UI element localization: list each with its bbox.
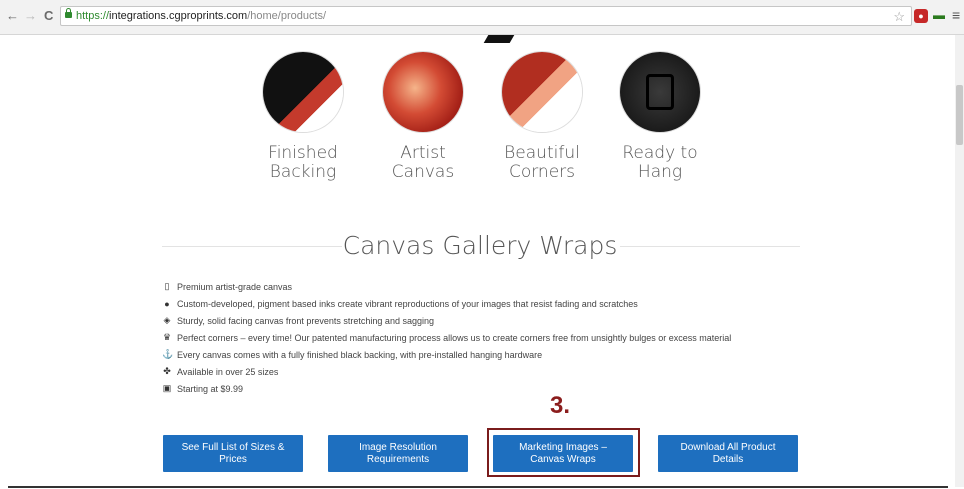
anchor-icon: ⚓	[162, 349, 174, 359]
forward-arrow-icon[interactable]: →	[24, 9, 37, 23]
feature-label-line: Corners	[508, 162, 576, 182]
list-item-text: Perfect corners – every time! Our patent…	[177, 332, 732, 343]
feature-beautiful-corners: Beautiful Corners	[482, 52, 602, 182]
artist-canvas-image	[383, 52, 463, 132]
list-item-text: Sturdy, solid facing canvas front preven…	[177, 315, 434, 326]
see-full-list-button[interactable]: See Full List of Sizes & Prices	[163, 435, 303, 472]
list-item: ▣ Starting at $9.99	[162, 380, 731, 397]
step-annotation: 3.	[550, 392, 571, 419]
feature-label: Ready to Hang	[600, 144, 720, 182]
list-item: ◈ Sturdy, solid facing canvas front prev…	[162, 312, 731, 329]
list-item-text: Every canvas comes with a fully finished…	[177, 349, 543, 360]
scrollbar[interactable]	[955, 35, 964, 487]
list-item-text: Premium artist-grade canvas	[177, 281, 293, 292]
url-text[interactable]: https://integrations.cgproprints.com/hom…	[76, 10, 326, 22]
page-content: Finished Backing Artist Canvas Beautiful…	[8, 35, 952, 487]
list-item-text: Custom-developed, pigment based inks cre…	[177, 298, 638, 309]
feature-label: Finished Backing	[243, 144, 363, 182]
address-bar[interactable]: https://integrations.cgproprints.com/hom…	[60, 6, 912, 26]
extension-glasses-icon[interactable]: ▬	[933, 8, 945, 22]
bottom-border	[8, 486, 948, 488]
highlight-box	[487, 428, 640, 477]
feature-label-line: Hang	[637, 162, 683, 182]
beautiful-corners-image	[502, 52, 582, 132]
money-icon: ▣	[162, 383, 172, 393]
feature-label: Beautiful Corners	[482, 144, 602, 182]
shield-icon: ◈	[163, 315, 171, 325]
browser-toolbar: ← → C https://integrations.cgproprints.c…	[0, 0, 964, 35]
bookmark-star-icon[interactable]: ☆	[893, 9, 905, 25]
feature-artist-canvas: Artist Canvas	[363, 52, 483, 182]
feature-label-line: Finished	[268, 143, 338, 163]
feature-label-line: Ready to	[622, 143, 698, 163]
extension-icon[interactable]: ●	[914, 9, 928, 23]
list-item: ▯ Premium artist-grade canvas	[162, 278, 731, 295]
feature-ready-to-hang: Ready to Hang	[600, 52, 720, 182]
image-resolution-button[interactable]: Image Resolution Requirements	[328, 435, 468, 472]
menu-icon[interactable]: ≡	[952, 7, 960, 23]
feature-label-line: Beautiful	[504, 143, 580, 163]
feature-label-line: Canvas	[391, 162, 455, 182]
list-item: ♛ Perfect corners – every time! Our pate…	[162, 329, 731, 346]
scrollbar-thumb[interactable]	[956, 85, 963, 145]
ready-to-hang-image	[620, 52, 700, 132]
feature-finished-backing: Finished Backing	[243, 52, 363, 182]
list-item-text: Starting at $9.99	[177, 383, 244, 394]
finished-backing-image	[263, 52, 343, 132]
feature-list: ▯ Premium artist-grade canvas ● Custom-d…	[162, 278, 731, 397]
ink-drop-icon: ●	[164, 298, 170, 309]
trophy-icon: ♛	[162, 332, 172, 342]
sizes-icon: ✤	[163, 366, 171, 376]
feature-label-line: Artist	[400, 143, 446, 163]
list-item: ✤ Available in over 25 sizes	[162, 363, 731, 380]
back-arrow-icon[interactable]: ←	[6, 9, 19, 23]
bookmark-icon: ▯	[164, 281, 170, 291]
url-path: /home/products/	[247, 10, 327, 22]
feature-label-line: Backing	[269, 162, 337, 182]
list-item: ● Custom-developed, pigment based inks c…	[162, 295, 731, 312]
lock-icon	[65, 8, 72, 18]
reload-icon[interactable]: C	[44, 9, 53, 23]
image-fragment	[483, 35, 515, 43]
list-item-text: Available in over 25 sizes	[177, 366, 279, 377]
feature-label: Artist Canvas	[363, 144, 483, 182]
url-scheme: https://	[76, 10, 110, 22]
section-title: Canvas Gallery Wraps	[342, 231, 618, 260]
hanging-bracket-icon	[646, 74, 674, 110]
url-host: integrations.cgproprints.com	[109, 10, 248, 22]
download-product-details-button[interactable]: Download All Product Details	[658, 435, 798, 472]
list-item: ⚓ Every canvas comes with a fully finish…	[162, 346, 731, 363]
